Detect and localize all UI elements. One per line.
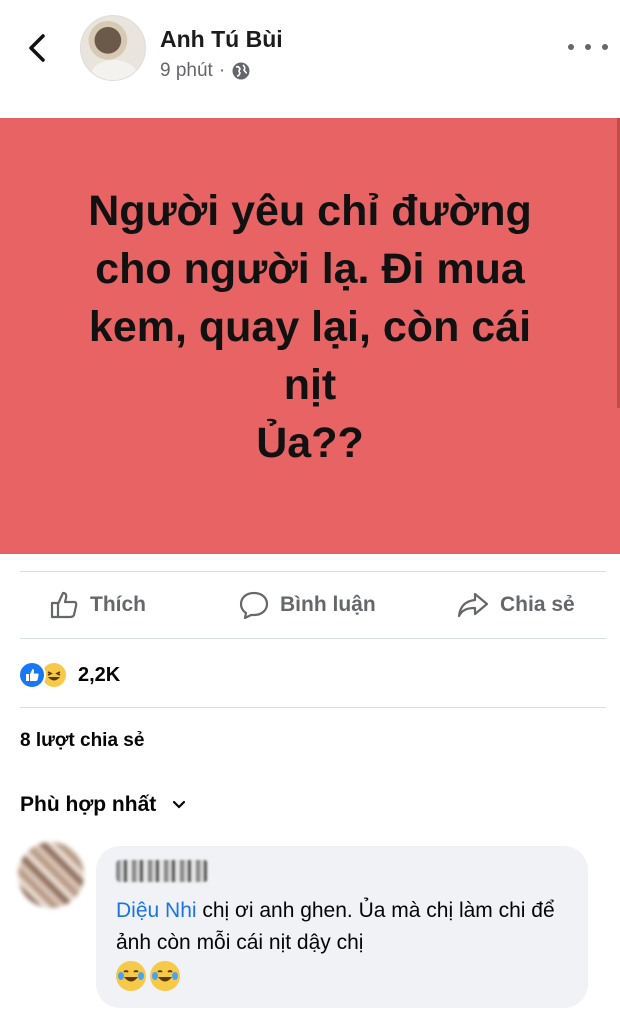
reaction-count: 2,2K (78, 663, 121, 686)
action-bar: Thích Bình luận Chia sẻ (0, 572, 620, 638)
like-button[interactable]: Thích (48, 572, 146, 638)
author-name[interactable]: Anh Tú Bùi (160, 26, 283, 53)
post-time[interactable]: 9 phút (160, 60, 213, 82)
post-text: Người yêu chỉ đường cho người lạ. Đi mua… (40, 182, 580, 472)
commenter-avatar[interactable] (18, 842, 84, 908)
post-text-line: cho người lạ. Đi mua (95, 244, 525, 293)
post-text-line: Ủa?? (256, 419, 364, 468)
chevron-left-icon (29, 34, 45, 62)
post-header: Anh Tú Bùi 9 phút · (0, 0, 620, 108)
commenter-name-blurred[interactable] (116, 860, 208, 882)
thumbs-up-icon (50, 591, 78, 619)
reactions-summary[interactable]: 2,2K (18, 655, 120, 695)
comment-emojis (116, 960, 568, 991)
post-text-line: Người yêu chỉ đường (88, 186, 532, 235)
like-icon (18, 661, 46, 689)
divider (20, 707, 606, 708)
post-text-card[interactable]: Người yêu chỉ đường cho người lạ. Đi mua… (0, 118, 620, 554)
dot-icon (585, 44, 591, 50)
comment-label: Bình luận (280, 593, 376, 616)
share-arrow-icon (457, 592, 489, 618)
comment-text: Diệu Nhi chị ơi anh ghen. Ủa mà chị làm … (116, 895, 568, 959)
comment-button[interactable]: Bình luận (238, 572, 376, 638)
dot-icon (602, 44, 608, 50)
globe-icon (232, 62, 250, 80)
post-text-line: kem, quay lại, còn cái (88, 302, 532, 351)
divider (20, 638, 606, 639)
share-count[interactable]: 8 lượt chia sẻ (20, 730, 144, 752)
share-label: Chia sẻ (500, 593, 575, 616)
back-button[interactable] (22, 30, 52, 66)
chevron-down-icon (173, 800, 186, 809)
author-avatar[interactable] (80, 15, 146, 81)
comment-sort-dropdown[interactable]: Phù hợp nhất (20, 793, 186, 817)
comment-mention[interactable]: Diệu Nhi (116, 899, 197, 922)
dot-icon (568, 44, 574, 50)
like-label: Thích (90, 593, 146, 616)
sort-label: Phù hợp nhất (20, 793, 157, 816)
comment-bubble: Diệu Nhi chị ơi anh ghen. Ủa mà chị làm … (96, 846, 588, 1008)
post-meta: 9 phút · (160, 60, 251, 82)
meta-separator: · (218, 60, 226, 81)
laughing-tears-icon (150, 960, 180, 991)
share-button[interactable]: Chia sẻ (456, 572, 575, 638)
post-text-line: nịt (283, 361, 337, 410)
more-options-button[interactable] (568, 34, 608, 60)
comment-icon (239, 591, 269, 620)
laughing-tears-icon (116, 960, 146, 991)
